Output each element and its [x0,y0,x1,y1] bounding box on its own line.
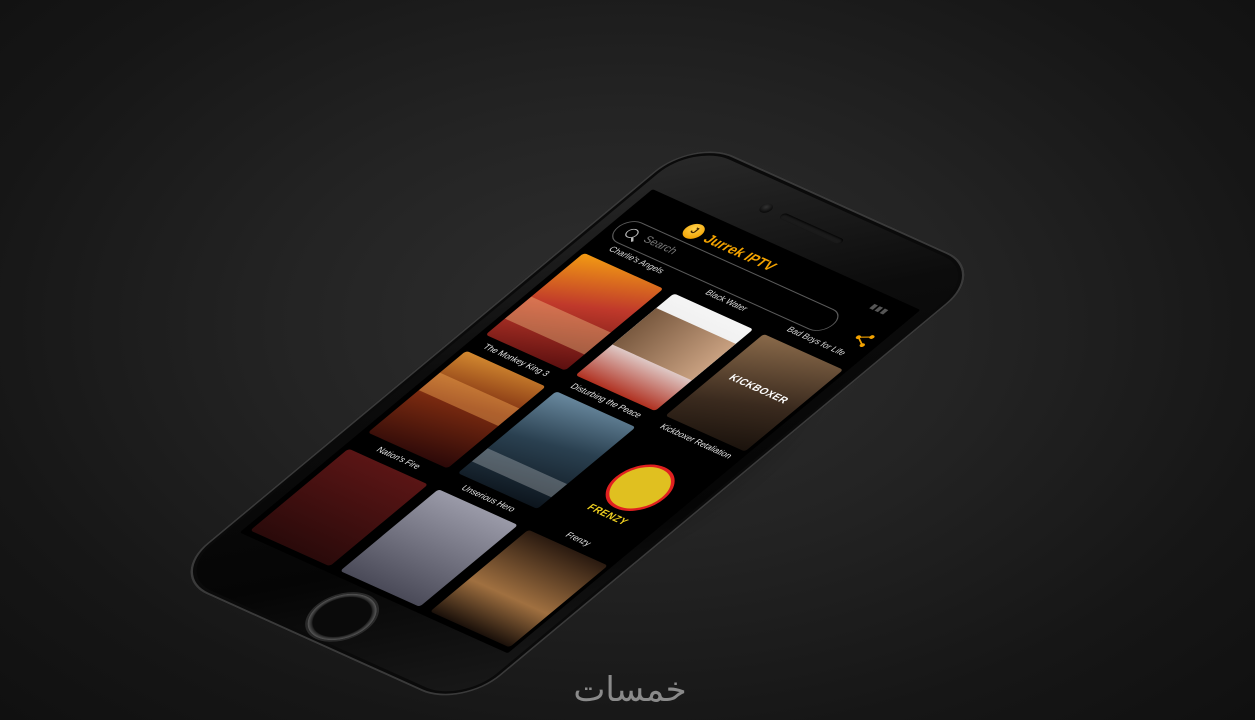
home-button[interactable] [293,585,391,649]
phone-mockup: J Jurrek IPTV Search Charlie's Angels Bl… [167,138,988,709]
watermark-text: خمسات [573,670,687,710]
poster-logo-text: KICKBOXER [725,372,791,407]
earpiece [778,212,845,245]
watermark: خمسات [550,668,710,712]
search-input[interactable]: Search [640,234,681,256]
scene: J Jurrek IPTV Search Charlie's Angels Bl… [0,0,1255,720]
share-icon[interactable] [847,329,878,349]
search-icon [622,227,642,240]
front-camera [756,202,776,215]
status-bar [869,299,907,316]
